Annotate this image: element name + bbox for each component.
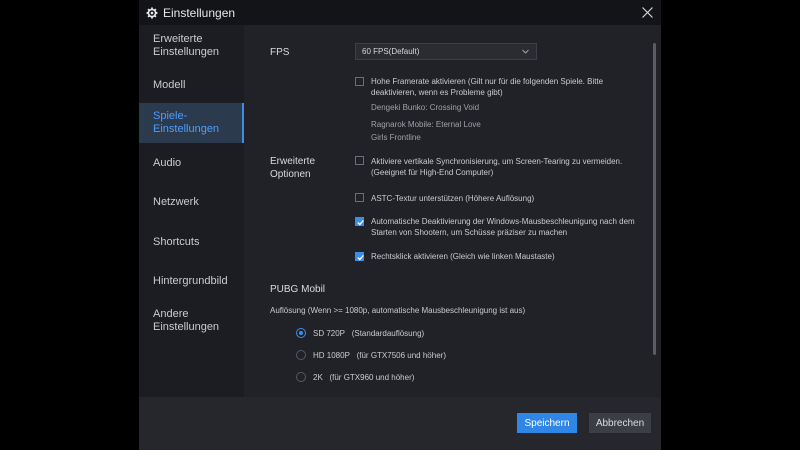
vsync-checkbox[interactable] — [355, 156, 364, 165]
sidebar-item-other-settings[interactable]: Andere Einstellungen — [139, 301, 244, 341]
resolution-name: SD 720P — [313, 329, 346, 338]
game-item: Girls Frontline — [371, 133, 421, 142]
settings-dialog: Einstellungen Erweiterte Einstellungen M… — [139, 0, 661, 450]
sidebar-item-model[interactable]: Modell — [139, 65, 244, 105]
check-icon — [357, 219, 364, 226]
astc-checkbox[interactable] — [355, 193, 364, 202]
radio-sd-720p[interactable] — [296, 328, 306, 338]
game-item: Ragnarok Mobile: Eternal Love — [371, 120, 481, 129]
check-icon — [357, 254, 364, 261]
resolution-note: (Standardauflösung) — [351, 329, 425, 338]
chevron-down-icon — [521, 47, 530, 56]
mouse-accel-checkbox[interactable] — [355, 217, 364, 226]
sidebar-item-network[interactable]: Netzwerk — [139, 182, 244, 222]
advanced-options-label: Erweiterte Optionen — [270, 156, 316, 180]
gear-icon — [146, 7, 158, 19]
radio-2k[interactable] — [296, 372, 306, 382]
fps-select-value: 60 FPS(Default) — [362, 47, 420, 56]
right-click-label: Rechtsklick aktivieren (Gleich wie linke… — [371, 252, 555, 261]
sidebar-item-shortcuts[interactable]: Shortcuts — [139, 222, 244, 262]
close-icon[interactable] — [639, 4, 655, 20]
dialog-footer: Speichern Abbrechen — [139, 397, 661, 450]
sidebar-item-label: Hintergrundbild — [153, 274, 228, 287]
vsync-label: Aktiviere vertikale Synchronisierung, um… — [371, 157, 623, 177]
fps-select[interactable]: 60 FPS(Default) — [355, 43, 537, 60]
radio-label: SD 720P (Standardauflösung) — [313, 328, 424, 339]
settings-content: FPS 60 FPS(Default) Hohe Framerate aktiv… — [244, 25, 661, 397]
resolution-note: (für GTX960 und höher) — [329, 373, 415, 382]
right-click-checkbox[interactable] — [355, 252, 364, 261]
astc-label: ASTC-Textur unterstützen (Höhere Auflösu… — [371, 194, 535, 203]
sidebar-item-game-settings[interactable]: Spiele- Einstellungen — [139, 103, 244, 143]
sidebar-item-advanced-settings[interactable]: Erweiterte Einstellungen — [139, 26, 244, 66]
sidebar-item-label: Audio — [153, 156, 182, 169]
sidebar-item-wallpaper[interactable]: Hintergrundbild — [139, 261, 244, 301]
radio-label: HD 1080P (für GTX7506 und höher) — [313, 350, 446, 361]
fps-label: FPS — [270, 47, 290, 58]
resolution-note: (für GTX7506 und höher) — [356, 351, 446, 360]
high-framerate-checkbox[interactable] — [355, 77, 364, 86]
title-bar: Einstellungen — [139, 0, 661, 25]
pubg-title: PUBG Mobil — [270, 284, 326, 295]
sidebar-item-label: Shortcuts — [153, 235, 200, 248]
sidebar-item-label: Andere Einstellungen — [153, 308, 220, 333]
sidebar-item-label: Netzwerk — [153, 195, 199, 208]
scrollbar[interactable] — [653, 43, 656, 355]
window-title: Einstellungen — [163, 5, 236, 20]
radio-label: 2K (für GTX960 und höher) — [313, 372, 414, 383]
resolution-name: HD 1080P — [313, 351, 350, 360]
resolution-name: 2K — [313, 373, 323, 382]
game-item: Dengeki Bunko: Crossing Void — [371, 103, 480, 112]
sidebar-item-label: Spiele- Einstellungen — [153, 110, 220, 135]
cancel-button[interactable]: Abbrechen — [589, 413, 651, 433]
radio-hd-1080p[interactable] — [296, 350, 306, 360]
sidebar: Erweiterte Einstellungen Modell Spiele- … — [139, 25, 244, 397]
pubg-resolution-label: Auflösung (Wenn >= 1080p, automatische M… — [270, 306, 526, 315]
mouse-accel-label: Automatische Deaktivierung der Windows-M… — [371, 217, 635, 237]
sidebar-item-label: Erweiterte Einstellungen — [153, 33, 220, 58]
high-framerate-label: Hohe Framerate aktivieren (Gilt nur für … — [371, 77, 604, 97]
sidebar-item-audio[interactable]: Audio — [139, 143, 244, 183]
sidebar-item-label: Modell — [153, 78, 186, 91]
save-button[interactable]: Speichern — [517, 413, 577, 433]
